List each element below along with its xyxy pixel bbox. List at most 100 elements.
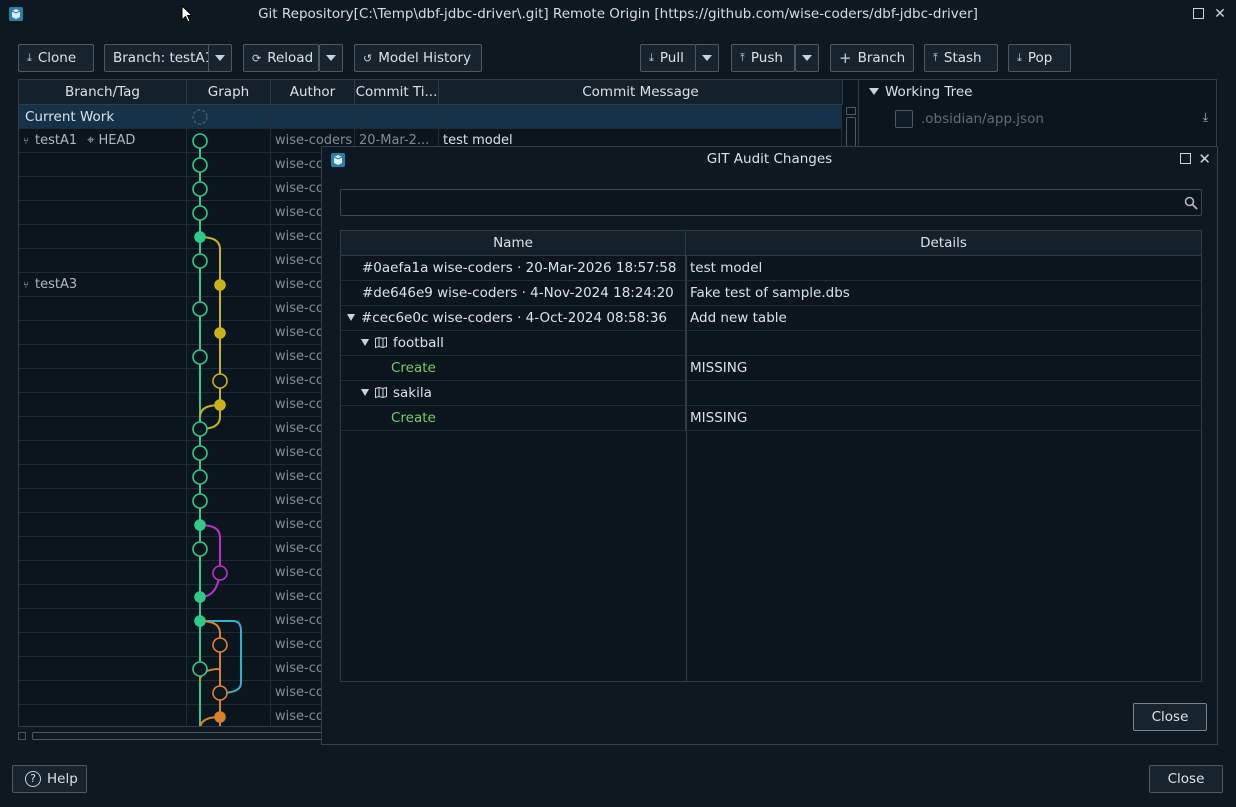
branch-cell (19, 393, 187, 417)
expand-toggle-icon[interactable] (347, 314, 355, 321)
chevron-down-icon (326, 55, 336, 61)
reload-button[interactable]: ⟳ Reload (243, 44, 319, 72)
column-header-time[interactable]: Commit Ti... (355, 80, 439, 105)
commit-node (194, 519, 206, 531)
close-button[interactable]: Close (1149, 765, 1223, 793)
branch-button[interactable]: + Branch (830, 44, 914, 72)
branch-cell (19, 465, 187, 489)
file-checkbox[interactable] (895, 110, 913, 128)
refresh-icon: ⟳ (252, 51, 262, 65)
close-window-button[interactable]: ✕ (1212, 6, 1228, 22)
column-header-graph[interactable]: Graph (187, 80, 271, 105)
working-tree-file[interactable]: .obsidian/app.json (895, 110, 1044, 128)
branch-cell (19, 489, 187, 513)
commit-node (192, 301, 208, 317)
commit-node (212, 565, 228, 581)
commit-node (192, 469, 208, 485)
pop-button[interactable]: ⤓ Pop (1008, 44, 1071, 72)
chevron-down-icon (215, 55, 225, 61)
upload-icon: ⤒ (933, 51, 938, 64)
maximize-button[interactable] (1190, 6, 1206, 22)
commit-node (192, 661, 208, 677)
stash-button[interactable]: ⤒ Stash (924, 44, 998, 72)
branch-select-dropdown[interactable] (208, 44, 232, 72)
branch-icon: ⑂ (23, 136, 29, 147)
commit-node (192, 205, 208, 221)
model-history-button[interactable]: ↺ Model History (354, 44, 482, 72)
branch-cell (19, 681, 187, 705)
audit-name-cell: #cec6e0c wise-coders · 4-Oct-2024 08:58:… (341, 306, 686, 331)
branch-cell (19, 513, 187, 537)
help-button[interactable]: ? Help (12, 765, 87, 793)
commit-node (192, 253, 208, 269)
audit-details-cell: test model (690, 260, 763, 276)
pending-commit-icon (192, 109, 208, 125)
model-history-label: Model History (378, 50, 472, 66)
column-header-author[interactable]: Author (271, 80, 355, 105)
search-icon[interactable] (1184, 196, 1198, 210)
help-icon: ? (25, 771, 41, 787)
scroll-left-button[interactable] (18, 732, 26, 740)
column-header-branch[interactable]: Branch/Tag (19, 80, 187, 105)
dialog-maximize-icon[interactable] (1180, 153, 1191, 164)
audit-row[interactable]: sakila (341, 381, 1201, 406)
push-label: Push (750, 50, 783, 66)
audit-name-cell: #0aefa1a wise-coders · 20-Mar-2026 18:57… (341, 256, 686, 281)
scrollbar-thumb[interactable] (846, 117, 856, 147)
audit-name-text: Create (391, 410, 436, 426)
commit-node (214, 279, 226, 291)
audit-row[interactable]: Create MISSING (341, 406, 1201, 431)
author-cell (271, 105, 355, 129)
scrollbar-thumb[interactable] (32, 732, 328, 740)
working-tree-panel: Working Tree .obsidian/app.json ⤓ (859, 79, 1217, 149)
audit-row[interactable]: football (341, 331, 1201, 356)
horizontal-scrollbar[interactable] (18, 730, 328, 742)
chevron-down-icon (702, 55, 712, 61)
dialog-close-button[interactable]: Close (1133, 703, 1207, 731)
column-header-message[interactable]: Commit Message (439, 80, 843, 105)
clone-button[interactable]: ⤓ Clone (18, 44, 94, 72)
branch-cell (19, 321, 187, 345)
scroll-up-button[interactable] (846, 107, 856, 115)
mouse-cursor-icon (181, 5, 193, 23)
audit-row[interactable]: #cec6e0c wise-coders · 4-Oct-2024 08:58:… (341, 306, 1201, 331)
pull-button[interactable]: ⤓ Pull (640, 44, 696, 72)
working-tree-node[interactable]: Working Tree (869, 84, 972, 100)
branch-cell (19, 417, 187, 441)
audit-row[interactable]: #0aefa1a wise-coders · 20-Mar-2026 18:57… (341, 256, 1201, 281)
audit-row[interactable]: #de646e9 wise-coders · 4-Nov-2024 18:24:… (341, 281, 1201, 306)
branch-cell (19, 609, 187, 633)
expand-toggle-icon[interactable] (361, 389, 369, 396)
branch-select-label: Branch: testA1 (113, 50, 214, 66)
audit-details-cell: Add new table (690, 310, 787, 326)
commit-node (192, 445, 208, 461)
branch-name: testA3 (35, 277, 78, 292)
branch-cell (19, 441, 187, 465)
column-header-name[interactable]: Name (341, 231, 686, 256)
push-dropdown[interactable] (795, 44, 819, 72)
commit-node (192, 133, 208, 149)
branch-icon: ⑂ (23, 280, 29, 291)
download-icon[interactable]: ⤓ (1203, 110, 1208, 125)
reload-dropdown[interactable] (319, 44, 343, 72)
branch-cell (19, 225, 187, 249)
branch-cell (19, 201, 187, 225)
maximize-icon (1192, 8, 1204, 19)
search-input[interactable] (340, 189, 1202, 216)
branch-select[interactable]: Branch: testA1 (104, 44, 214, 72)
branch-cell (19, 705, 187, 726)
expand-toggle-icon[interactable] (361, 339, 369, 346)
commit-node (194, 231, 206, 243)
message-cell (439, 105, 842, 129)
audit-details-cell: MISSING (690, 410, 748, 426)
audit-row[interactable]: Create MISSING (341, 356, 1201, 381)
dialog-close-icon[interactable]: ✕ (1198, 150, 1211, 168)
history-icon: ↺ (363, 51, 373, 65)
pull-dropdown[interactable] (695, 44, 719, 72)
column-header-details[interactable]: Details (686, 231, 1201, 256)
table-row[interactable]: Current Work (19, 105, 842, 129)
branch-name: Current Work (25, 109, 115, 125)
audit-name-text: #0aefa1a wise-coders · 20-Mar-2026 18:57… (362, 260, 677, 276)
dialog-title: GIT Audit Changes (706, 151, 833, 167)
push-button[interactable]: ⤒ Push (731, 44, 795, 72)
